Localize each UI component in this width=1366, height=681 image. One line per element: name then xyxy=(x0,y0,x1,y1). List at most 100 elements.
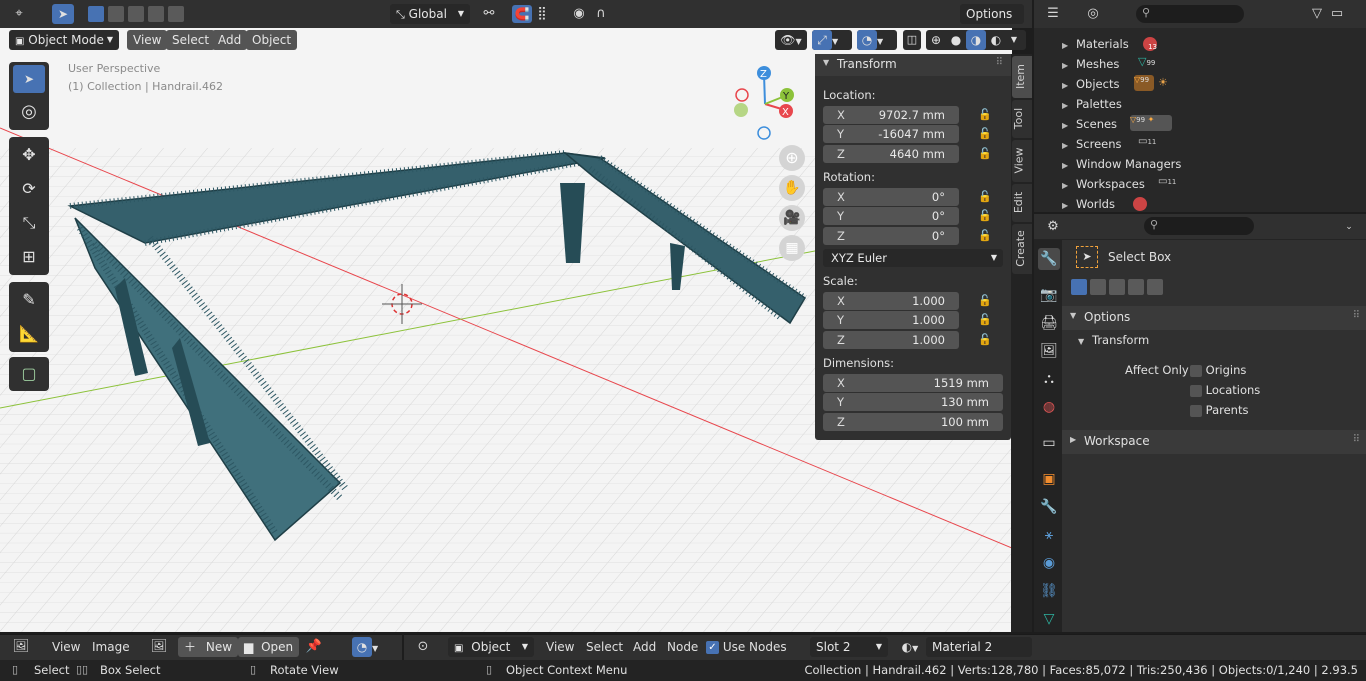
cursor-icon[interactable]: ◎ xyxy=(13,98,45,126)
modifier-tab-icon[interactable]: 🔧 xyxy=(1038,496,1060,518)
outliner-row-materials[interactable]: ▶ Materials xyxy=(1062,34,1129,54)
outliner-search-input[interactable]: ⚲ xyxy=(1136,5,1244,23)
lock-icon[interactable]: 🔓 xyxy=(976,188,994,206)
outliner-row-workspaces[interactable]: ▶ Workspaces xyxy=(1062,174,1145,194)
material-shading-icon[interactable]: ◑ xyxy=(966,30,986,50)
scene-tab-icon[interactable]: ⛬ xyxy=(1038,368,1060,390)
menu-add[interactable]: Add xyxy=(212,30,248,50)
transform-icon[interactable]: ⊞ xyxy=(13,241,45,273)
image-menu-image[interactable]: Image xyxy=(92,640,130,654)
world-tab-icon[interactable]: ◍ xyxy=(1038,396,1060,418)
dimensions-x-field[interactable]: X 1519 mm xyxy=(823,374,1003,392)
particles-tab-icon[interactable]: ⚹ xyxy=(1038,524,1060,546)
node-menu-view[interactable]: View xyxy=(546,640,574,654)
dimensions-z-field[interactable]: Z 100 mm xyxy=(823,413,1003,431)
lock-icon[interactable]: 🔓 xyxy=(976,106,994,124)
node-editor-type-icon[interactable]: ⊙ xyxy=(414,638,432,656)
view-layer-tab-icon[interactable]: 🖼 xyxy=(1038,340,1060,362)
lock-icon[interactable]: 🔓 xyxy=(976,292,994,310)
filter-icon[interactable]: ▽ xyxy=(1308,5,1326,23)
data-tab-icon[interactable]: ▽ xyxy=(1038,608,1060,630)
tab-create[interactable]: Create xyxy=(1012,224,1032,274)
orientation-dropdown[interactable]: ⤡ Global ▼ xyxy=(390,4,470,24)
slot-dropdown[interactable]: Slot 2 ▼ xyxy=(810,637,888,657)
material-name-field[interactable]: Material 2 xyxy=(926,637,1032,657)
tool-select-box[interactable]: ➤ ◎ xyxy=(9,62,49,130)
physics-tab-icon[interactable]: ◉ xyxy=(1038,552,1060,574)
outliner-row-objects[interactable]: ▶ Objects xyxy=(1062,74,1119,94)
material-browse[interactable]: ◐▼ xyxy=(896,637,924,657)
snap-grid-icon[interactable]: ⣿ xyxy=(533,5,551,23)
node-menu-node[interactable]: Node xyxy=(667,640,698,654)
lock-icon[interactable]: 🔓 xyxy=(976,331,994,349)
drag-handle-icon[interactable]: ⠿ xyxy=(1353,434,1360,445)
rendered-shading-icon[interactable]: ◐ xyxy=(986,30,1006,50)
move-icon[interactable]: ✥ xyxy=(13,139,45,171)
location-x-field[interactable]: X 9702.7 mm xyxy=(823,106,959,124)
mode-extend-icon[interactable] xyxy=(1090,279,1106,295)
properties-search-input[interactable]: ⚲ xyxy=(1144,217,1254,235)
tool-tab-icon[interactable]: 🔧 xyxy=(1038,248,1060,270)
options-panel-header[interactable]: ▼ Options ⠿ xyxy=(1062,306,1366,330)
mode-intersect-icon[interactable] xyxy=(1147,279,1163,295)
parents-checkbox[interactable]: Parents xyxy=(1190,403,1248,417)
workspace-panel-header[interactable]: ▶ Workspace ⠿ xyxy=(1062,430,1366,454)
xray-toggle-icon[interactable]: ◫ xyxy=(903,30,921,50)
menu-select[interactable]: Select xyxy=(166,30,216,50)
transform-subpanel-header[interactable]: ▼ Transform xyxy=(1078,333,1149,347)
outliner-row-screens[interactable]: ▶ Screens xyxy=(1062,134,1122,154)
mode-subtract-icon[interactable] xyxy=(128,6,144,22)
outliner-row-meshes[interactable]: ▶ Meshes xyxy=(1062,54,1119,74)
tool-transform-group[interactable]: ✥ ⟳ ⤡ ⊞ xyxy=(9,137,49,275)
shading-modes[interactable]: ⊕ ● ◑ ◐ ▼ xyxy=(926,30,1026,50)
pan-hand-icon[interactable]: ✋ xyxy=(779,175,805,201)
perspective-grid-icon[interactable]: ▦ xyxy=(779,235,805,261)
select-tool-icon[interactable]: ➤ xyxy=(52,4,74,24)
display-mode-icon[interactable]: ◎ xyxy=(1084,5,1102,23)
measure-icon[interactable]: 📐 xyxy=(13,318,45,350)
collection-tab-icon[interactable]: ▭ xyxy=(1038,432,1060,454)
navigation-gizmo[interactable]: Z Y X xyxy=(725,62,815,152)
lock-icon[interactable]: 🔓 xyxy=(976,311,994,329)
outliner-row-worlds[interactable]: ▶ Worlds xyxy=(1062,194,1115,214)
outliner-row-window-managers[interactable]: ▶ Window Managers xyxy=(1062,154,1181,174)
new-collection-icon[interactable]: ▭ xyxy=(1328,5,1346,23)
rotation-x-field[interactable]: X 0° xyxy=(823,188,959,206)
image-overlay-toggle[interactable]: ◔ ▼ xyxy=(352,637,392,657)
output-tab-icon[interactable]: 🖨 xyxy=(1038,312,1060,334)
scale-y-field[interactable]: Y 1.000 xyxy=(823,311,959,329)
tool-mode-icons[interactable] xyxy=(1071,279,1167,295)
lock-icon[interactable]: 🔓 xyxy=(976,207,994,225)
camera-icon[interactable]: 🎥 xyxy=(779,205,805,231)
render-tab-icon[interactable]: 📷 xyxy=(1038,284,1060,306)
image-editor-type-icon[interactable]: 🖼 xyxy=(12,638,30,656)
image-menu-view[interactable]: View xyxy=(52,640,80,654)
mode-extend-icon[interactable] xyxy=(108,6,124,22)
outliner-editor-type-icon[interactable]: ☰ xyxy=(1044,5,1062,23)
tool-add-cube[interactable]: ▢ xyxy=(9,357,49,391)
tab-edit[interactable]: Edit xyxy=(1012,184,1032,222)
mode-intersect-icon[interactable] xyxy=(168,6,184,22)
node-menu-select[interactable]: Select xyxy=(586,640,623,654)
menu-view[interactable]: View xyxy=(127,30,168,50)
node-menu-add[interactable]: Add xyxy=(633,640,656,654)
scale-x-field[interactable]: X 1.000 xyxy=(823,292,959,310)
overlay-toggle[interactable]: ◔ ▼ xyxy=(857,30,897,50)
pin-icon[interactable]: 📌 xyxy=(305,638,323,656)
location-z-field[interactable]: Z 4640 mm xyxy=(823,145,959,163)
scale-icon[interactable]: ⤡ xyxy=(13,207,45,239)
locations-checkbox[interactable]: Locations xyxy=(1190,383,1260,397)
add-cube-icon[interactable]: ▢ xyxy=(13,358,45,390)
outliner-row-palettes[interactable]: ▶ Palettes xyxy=(1062,94,1122,114)
constraints-tab-icon[interactable]: ⛓ xyxy=(1038,580,1060,602)
falloff-icon[interactable]: ∩ xyxy=(592,5,610,23)
mode-invert-icon[interactable] xyxy=(148,6,164,22)
chevron-down-icon[interactable]: ▼ xyxy=(1006,30,1022,50)
lock-icon[interactable]: 🔓 xyxy=(976,125,994,143)
drag-handle-icon[interactable]: ⠿ xyxy=(1353,310,1360,321)
mode-set-icon[interactable] xyxy=(88,6,104,22)
origins-checkbox[interactable]: Origins xyxy=(1190,363,1246,377)
drag-handle-icon[interactable]: ⠿ xyxy=(996,57,1003,68)
new-image-button[interactable]: ＋ New xyxy=(178,637,239,657)
scale-z-field[interactable]: Z 1.000 xyxy=(823,331,959,349)
